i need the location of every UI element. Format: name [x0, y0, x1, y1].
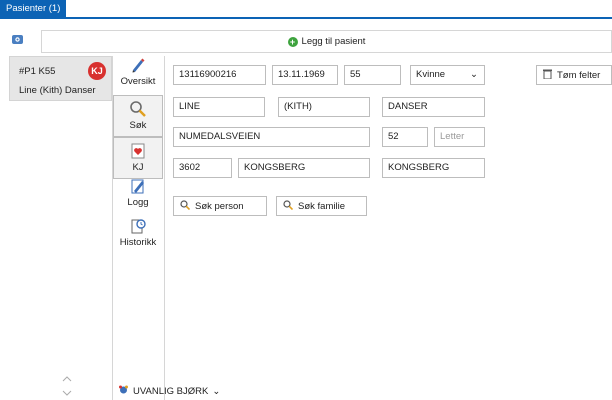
- kj-badge-icon: KJ: [88, 62, 106, 80]
- add-patient-label: Legg til pasient: [301, 36, 366, 47]
- search-person-button[interactable]: Søk person: [173, 196, 267, 216]
- log-pen-icon: [129, 177, 147, 195]
- street-field[interactable]: NUMEDALSVEIEN: [173, 127, 370, 147]
- clear-fields-button[interactable]: Tøm felter: [536, 65, 612, 85]
- gender-select[interactable]: Kvinne ⌄: [410, 65, 485, 85]
- heart-card-icon: [129, 142, 147, 160]
- footer-label: UVANLIG BJØRK: [133, 385, 209, 397]
- nav-label: KJ: [132, 162, 144, 173]
- footer-user-menu[interactable]: UVANLIG BJØRK ⌄: [118, 384, 220, 398]
- tab-underline: [0, 17, 612, 19]
- postcode-field[interactable]: 3602: [173, 158, 232, 178]
- birthdate-field[interactable]: 13.11.1969: [272, 65, 338, 85]
- plus-icon: +: [287, 36, 298, 47]
- trash-icon: [543, 69, 552, 82]
- nav-item-historikk[interactable]: Historikk: [113, 213, 163, 255]
- pencil-icon: [129, 56, 147, 74]
- nav-divider: [164, 56, 165, 400]
- last-name-field[interactable]: DANSER: [382, 97, 485, 117]
- age-field[interactable]: 55: [344, 65, 401, 85]
- bear-icon: [118, 384, 129, 398]
- search-icon: [283, 199, 294, 213]
- chevron-down-icon: ⌄: [470, 69, 478, 80]
- patient-name: Line (Kith) Danser: [19, 85, 96, 96]
- tab-pasienter[interactable]: Pasienter (1): [0, 0, 67, 17]
- search-person-label: Søk person: [195, 200, 244, 212]
- nav-label: Historikk: [119, 237, 157, 248]
- history-icon: [129, 217, 147, 235]
- letter-field[interactable]: Letter: [434, 127, 485, 147]
- nav-label: Oversikt: [120, 76, 156, 87]
- house-number-field[interactable]: 52: [382, 127, 428, 147]
- personnr-field[interactable]: 13116900216: [173, 65, 266, 85]
- first-name-field[interactable]: LINE: [173, 97, 265, 117]
- magnifier-icon: [129, 100, 147, 118]
- patient-card[interactable]: #P1 K55 KJ Line (Kith) Danser: [9, 56, 112, 101]
- municipality-field[interactable]: KONGSBERG: [382, 158, 485, 178]
- nav-label: Søk: [129, 120, 147, 131]
- nav-item-oversikt[interactable]: Oversikt: [113, 52, 163, 94]
- search-family-label: Søk familie: [298, 200, 345, 212]
- settings-gear-icon[interactable]: [11, 33, 24, 46]
- gender-value: Kvinne: [416, 69, 446, 80]
- nav-item-sok[interactable]: Søk: [113, 95, 163, 137]
- nav-item-logg[interactable]: Logg: [113, 173, 163, 215]
- middle-name-field[interactable]: (KITH): [278, 97, 370, 117]
- chevron-down-icon: ⌄: [212, 385, 221, 397]
- patient-id: #P1 K55: [19, 66, 56, 77]
- clear-fields-label: Tøm felter: [557, 69, 601, 81]
- scroll-up-icon[interactable]: [62, 374, 72, 385]
- add-patient-button[interactable]: + Legg til pasient: [41, 30, 612, 53]
- search-family-button[interactable]: Søk familie: [276, 196, 367, 216]
- scroll-down-icon[interactable]: [62, 388, 72, 399]
- search-icon: [180, 199, 191, 213]
- city-field[interactable]: KONGSBERG: [238, 158, 370, 178]
- nav-label: Logg: [127, 197, 149, 208]
